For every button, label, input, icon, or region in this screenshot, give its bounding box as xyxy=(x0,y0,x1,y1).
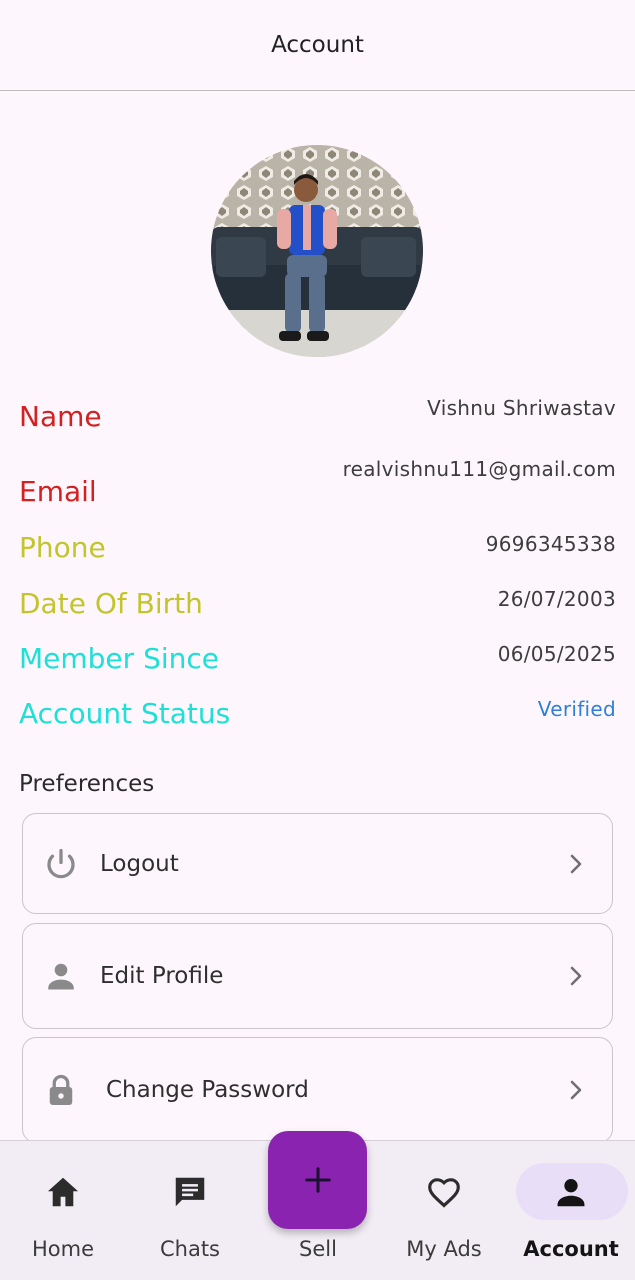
power-icon xyxy=(47,848,75,878)
account-icon xyxy=(557,1179,585,1207)
nav-label-my-ads: My Ads xyxy=(406,1237,482,1261)
dob-value: 26/07/2003 xyxy=(497,587,616,611)
name-value: Vishnu Shriwastav xyxy=(427,396,616,420)
nav-label-home: Home xyxy=(31,1237,95,1261)
nav-label-account: Account xyxy=(523,1237,619,1261)
edit-profile-label: Edit Profile xyxy=(100,963,224,989)
member-since-value: 06/05/2025 xyxy=(497,642,616,666)
logout-button[interactable]: Logout xyxy=(22,813,613,914)
chevron-right-icon xyxy=(570,966,582,986)
heart-outline-icon xyxy=(428,1178,460,1208)
profile-row-email: Email realvishnu111@gmail.com xyxy=(0,457,635,508)
profile-avatar[interactable] xyxy=(211,145,423,357)
member-since-label: Member Since xyxy=(19,642,219,675)
preferences-title: Preferences xyxy=(19,771,155,797)
profile-row-name: Name Vishnu Shriwastav xyxy=(0,396,635,436)
phone-value: 9696345338 xyxy=(485,532,616,556)
email-value: realvishnu111@gmail.com xyxy=(342,457,616,481)
edit-profile-button[interactable]: Edit Profile xyxy=(22,923,613,1029)
phone-label: Phone xyxy=(19,531,106,564)
dob-label: Date Of Birth xyxy=(19,587,203,620)
nav-item-my-ads[interactable]: My Ads xyxy=(381,1141,508,1280)
account-status-value: Verified xyxy=(537,697,616,721)
app-bar: Account xyxy=(0,0,635,91)
chevron-right-icon xyxy=(570,1080,582,1100)
nav-label-chats: Chats xyxy=(159,1237,221,1261)
change-password-button[interactable]: Change Password xyxy=(22,1037,613,1143)
profile-row-account-status: Account Status Verified xyxy=(0,697,635,737)
chat-icon xyxy=(175,1177,205,1207)
nav-label-sell: Sell xyxy=(299,1237,337,1261)
nav-item-account[interactable]: Account xyxy=(508,1141,635,1280)
email-label: Email xyxy=(19,475,97,508)
home-icon xyxy=(47,1177,79,1207)
plus-icon xyxy=(304,1167,331,1193)
page-title: Account xyxy=(271,32,364,58)
profile-row-dob: Date Of Birth 26/07/2003 xyxy=(0,587,635,627)
profile-row-member-since: Member Since 06/05/2025 xyxy=(0,642,635,682)
change-password-label: Change Password xyxy=(106,1077,309,1103)
name-label: Name xyxy=(19,400,102,433)
person-icon xyxy=(48,963,74,990)
nav-item-home[interactable]: Home xyxy=(0,1141,127,1280)
sell-fab-button[interactable] xyxy=(268,1131,367,1229)
chevron-right-icon xyxy=(570,854,582,873)
lock-icon xyxy=(49,1074,73,1105)
nav-item-chats[interactable]: Chats xyxy=(127,1141,254,1280)
profile-row-phone: Phone 9696345338 xyxy=(0,531,635,571)
logout-label: Logout xyxy=(100,850,179,877)
account-status-label: Account Status xyxy=(19,697,231,730)
